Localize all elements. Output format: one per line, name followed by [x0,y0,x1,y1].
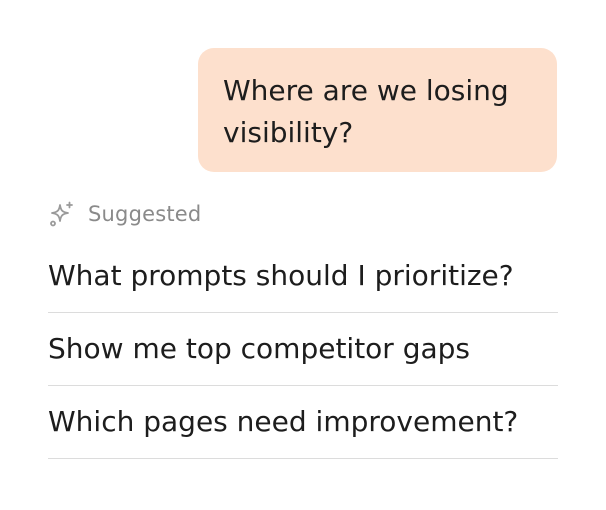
suggestion-item-prioritize-prompts[interactable]: What prompts should I prioritize? [48,240,558,313]
suggestion-item-competitor-gaps[interactable]: Show me top competitor gaps [48,313,558,386]
user-message-bubble: Where are we losing visibility? [198,48,557,172]
sparkle-icon [48,200,76,228]
suggested-header: Suggested [48,199,201,229]
suggested-label: Suggested [88,202,202,226]
suggestion-list: What prompts should I prioritize? Show m… [48,240,558,459]
suggestion-item-pages-improvement[interactable]: Which pages need improvement? [48,386,558,459]
